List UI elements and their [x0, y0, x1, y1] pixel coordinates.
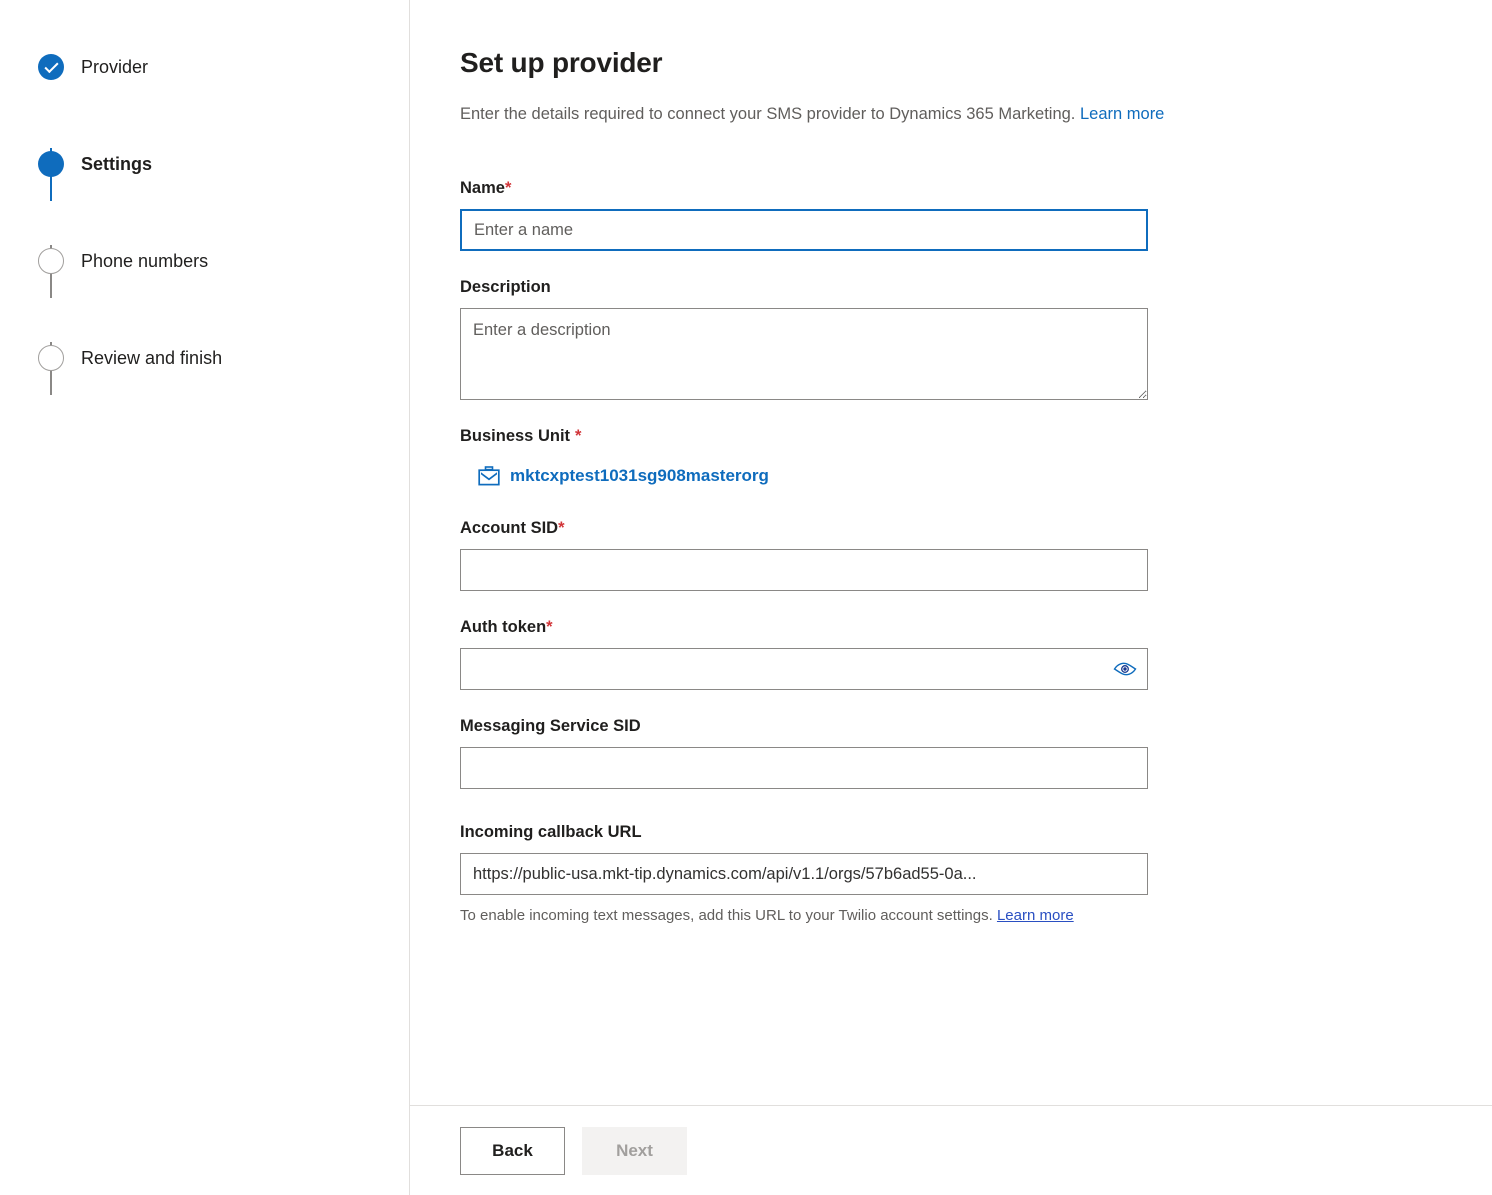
wizard-step-settings[interactable]: Settings	[38, 149, 409, 179]
field-account-sid: Account SID*	[460, 517, 1492, 591]
main-panel: Set up provider Enter the details requir…	[410, 0, 1492, 1195]
incoming-callback-url-input[interactable]	[460, 853, 1148, 895]
account-sid-label-text: Account SID	[460, 519, 559, 537]
field-description: Description	[460, 276, 1492, 400]
account-sid-input[interactable]	[460, 549, 1148, 591]
incoming-callback-url-learn-more-link[interactable]: Learn more	[997, 907, 1074, 924]
incoming-callback-url-help-text: To enable incoming text messages, add th…	[460, 902, 1148, 929]
step-pending-circle-icon	[38, 345, 64, 371]
auth-token-label: Auth token*	[460, 616, 1492, 638]
auth-token-reveal-button[interactable]	[1112, 658, 1138, 680]
name-label: Name*	[460, 177, 1492, 199]
name-input[interactable]	[460, 209, 1148, 251]
field-business-unit: Business Unit * mktcxptest1031sg908master…	[460, 425, 1492, 487]
business-unit-label: Business Unit *	[460, 425, 1492, 447]
account-sid-label: Account SID*	[460, 517, 1492, 539]
wizard-step-phone-numbers[interactable]: Phone numbers	[38, 246, 409, 276]
wizard-step-review-and-finish-label: Review and finish	[81, 348, 223, 368]
account-sid-required-asterisk: *	[558, 519, 565, 537]
field-auth-token: Auth token*	[460, 616, 1492, 690]
eye-icon	[1113, 662, 1137, 676]
step-pending-circle-icon	[38, 248, 64, 274]
page-subtitle: Enter the details required to connect yo…	[460, 103, 1492, 125]
wizard-step-sidebar: Provider Settings Phone numbers Review a…	[0, 0, 410, 1195]
field-incoming-callback-url: Incoming callback URL To enable incoming…	[460, 821, 1492, 929]
name-label-text: Name	[460, 179, 505, 197]
page-subtitle-text: Enter the details required to connect yo…	[460, 105, 1076, 123]
step-current-dot-icon	[38, 151, 64, 177]
description-textarea[interactable]	[460, 308, 1148, 400]
next-button[interactable]: Next	[582, 1126, 687, 1175]
messaging-service-sid-input[interactable]	[460, 747, 1148, 789]
wizard-step-list: Provider Settings Phone numbers Review a…	[0, 52, 409, 395]
step-complete-check-icon	[38, 54, 64, 80]
business-unit-lookup-value[interactable]: mktcxptest1031sg908masterorg	[478, 465, 769, 487]
back-button[interactable]: Back	[460, 1126, 565, 1175]
wizard-step-provider[interactable]: Provider	[38, 52, 409, 82]
wizard-step-provider-label: Provider	[81, 57, 149, 77]
wizard-step-phone-numbers-label: Phone numbers	[81, 251, 209, 271]
name-required-asterisk: *	[504, 179, 512, 197]
field-messaging-service-sid: Messaging Service SID	[460, 715, 1492, 789]
incoming-callback-url-help-text-body: To enable incoming text messages, add th…	[460, 907, 993, 924]
auth-token-required-asterisk: *	[546, 618, 553, 636]
auth-token-input-wrapper	[460, 648, 1148, 690]
business-unit-label-text: Business Unit	[460, 427, 571, 445]
messaging-service-sid-label: Messaging Service SID	[460, 717, 641, 735]
page-title: Set up provider	[460, 47, 663, 78]
business-unit-required-asterisk: *	[575, 427, 582, 445]
incoming-callback-url-label: Incoming callback URL	[460, 823, 642, 841]
wizard-step-settings-label: Settings	[81, 154, 153, 174]
description-label: Description	[460, 278, 551, 296]
business-unit-briefcase-icon	[478, 466, 500, 486]
header-learn-more-link[interactable]: Learn more	[1080, 105, 1164, 123]
form-content: Set up provider Enter the details requir…	[410, 0, 1492, 1105]
wizard-step-review-and-finish[interactable]: Review and finish	[38, 343, 409, 373]
auth-token-input[interactable]	[460, 648, 1148, 690]
auth-token-label-text: Auth token	[460, 618, 547, 636]
setup-provider-wizard: Provider Settings Phone numbers Review a…	[0, 0, 1492, 1195]
field-name: Name*	[460, 177, 1492, 251]
business-unit-value-text: mktcxptest1031sg908masterorg	[510, 466, 769, 485]
wizard-footer: Back Next	[410, 1105, 1492, 1195]
